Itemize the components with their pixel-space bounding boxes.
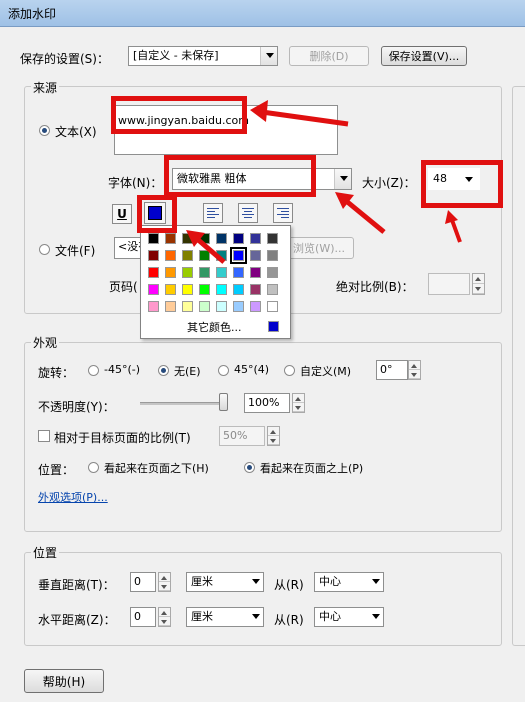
arrow-to-color-icon [194, 236, 226, 264]
arrow-to-text-icon [261, 109, 349, 127]
annotation-arrows [186, 100, 462, 264]
arrow-to-font-icon [343, 198, 386, 234]
arrow-to-size-icon [450, 219, 462, 243]
